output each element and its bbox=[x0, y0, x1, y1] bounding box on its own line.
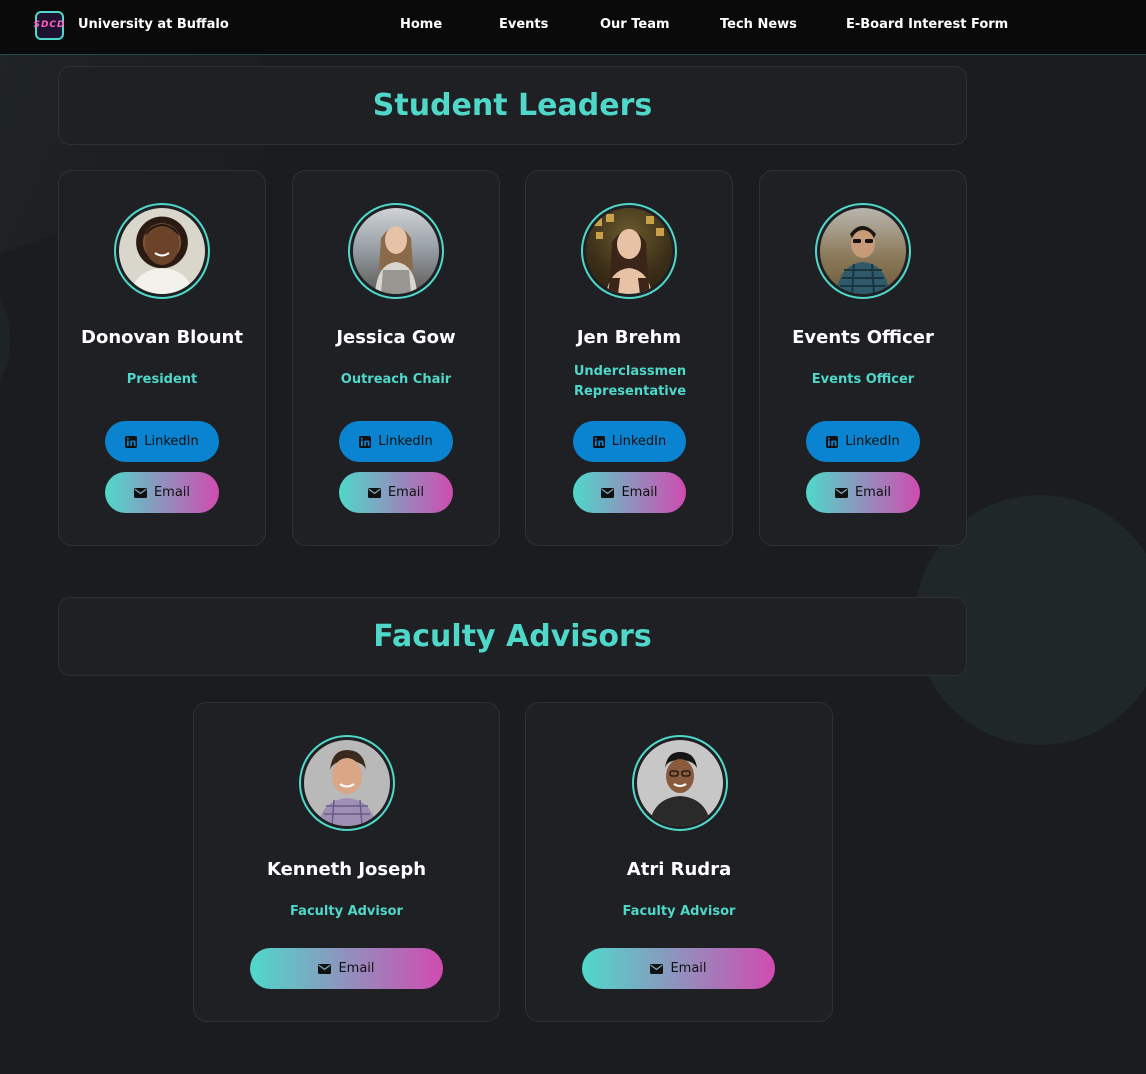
student-leaders-header: Student Leaders bbox=[58, 66, 967, 145]
member-name: Donovan Blount bbox=[81, 327, 243, 348]
avatar bbox=[632, 735, 728, 831]
email-button[interactable]: Email bbox=[105, 472, 219, 513]
advisor-card: Kenneth Joseph Faculty Advisor Email bbox=[193, 702, 500, 1022]
person-photo bbox=[649, 752, 711, 826]
member-role: Underclassmen Representative bbox=[573, 364, 687, 399]
advisor-name: Kenneth Joseph bbox=[266, 859, 427, 880]
logo[interactable]: SDCD bbox=[33, 11, 66, 40]
envelope-icon bbox=[601, 487, 615, 498]
linkedin-icon bbox=[125, 435, 138, 448]
member-card: Donovan Blount President LinkedIn Email bbox=[58, 170, 266, 546]
email-label: Email bbox=[854, 485, 892, 500]
envelope-icon bbox=[318, 963, 332, 974]
avatar bbox=[114, 203, 210, 299]
email-label: Email bbox=[153, 485, 191, 500]
advisor-role: Faculty Advisor bbox=[290, 904, 403, 919]
nav-eboard-interest-form[interactable]: E-Board Interest Form bbox=[846, 17, 1008, 32]
nav-our-team[interactable]: Our Team bbox=[600, 17, 670, 32]
linkedin-label: LinkedIn bbox=[611, 434, 667, 449]
member-name: Jessica Gow bbox=[336, 327, 456, 348]
avatar bbox=[348, 203, 444, 299]
advisor-name: Atri Rudra bbox=[626, 859, 732, 880]
email-label: Email bbox=[387, 485, 425, 500]
linkedin-button[interactable]: LinkedIn bbox=[806, 421, 920, 462]
linkedin-button[interactable]: LinkedIn bbox=[105, 421, 219, 462]
linkedin-icon bbox=[359, 435, 372, 448]
linkedin-button[interactable]: LinkedIn bbox=[573, 421, 686, 462]
person-photo bbox=[131, 223, 193, 294]
envelope-icon bbox=[650, 963, 664, 974]
person-photo bbox=[318, 750, 376, 826]
navbar: SDCD University at Buffalo Home Events O… bbox=[0, 0, 1146, 55]
avatar bbox=[581, 203, 677, 299]
member-card: Jessica Gow Outreach Chair LinkedIn Emai… bbox=[292, 170, 500, 546]
faculty-advisors-header: Faculty Advisors bbox=[58, 597, 967, 676]
envelope-icon bbox=[367, 487, 381, 498]
section-title: Faculty Advisors bbox=[373, 619, 652, 654]
person-photo bbox=[836, 226, 890, 294]
linkedin-icon bbox=[592, 435, 605, 448]
member-card: Jen Brehm Underclassmen Representative L… bbox=[525, 170, 733, 546]
email-label: Email bbox=[621, 485, 658, 500]
nav-tech-news[interactable]: Tech News bbox=[720, 17, 797, 32]
person-photo bbox=[594, 214, 664, 294]
advisor-card: Atri Rudra Faculty Advisor Email bbox=[525, 702, 833, 1022]
brand-name[interactable]: University at Buffalo bbox=[78, 17, 229, 32]
email-button[interactable]: Email bbox=[573, 472, 686, 513]
member-name: Jen Brehm bbox=[576, 327, 682, 348]
avatar bbox=[299, 735, 395, 831]
email-label: Email bbox=[670, 961, 707, 976]
logo-text: SDCD bbox=[33, 20, 66, 30]
linkedin-label: LinkedIn bbox=[378, 434, 433, 449]
advisor-role: Faculty Advisor bbox=[622, 904, 736, 919]
email-button[interactable]: Email bbox=[582, 948, 775, 989]
email-button[interactable]: Email bbox=[250, 948, 443, 989]
member-role: Outreach Chair bbox=[340, 372, 452, 387]
member-role: Events Officer bbox=[811, 372, 915, 387]
section-title: Student Leaders bbox=[372, 88, 653, 123]
envelope-icon bbox=[834, 487, 848, 498]
member-card: Events Officer Events Officer LinkedIn E… bbox=[759, 170, 967, 546]
linkedin-label: LinkedIn bbox=[845, 434, 900, 449]
person-photo bbox=[375, 226, 417, 294]
linkedin-icon bbox=[826, 435, 839, 448]
linkedin-button[interactable]: LinkedIn bbox=[339, 421, 453, 462]
member-role: President bbox=[126, 372, 198, 387]
linkedin-label: LinkedIn bbox=[144, 434, 199, 449]
envelope-icon bbox=[133, 487, 147, 498]
member-name: Events Officer bbox=[792, 327, 934, 348]
nav-home[interactable]: Home bbox=[400, 17, 442, 32]
email-button[interactable]: Email bbox=[339, 472, 453, 513]
nav-events[interactable]: Events bbox=[499, 17, 548, 32]
background-circle-left bbox=[0, 290, 10, 390]
email-label: Email bbox=[338, 961, 375, 976]
email-button[interactable]: Email bbox=[806, 472, 920, 513]
avatar bbox=[815, 203, 911, 299]
